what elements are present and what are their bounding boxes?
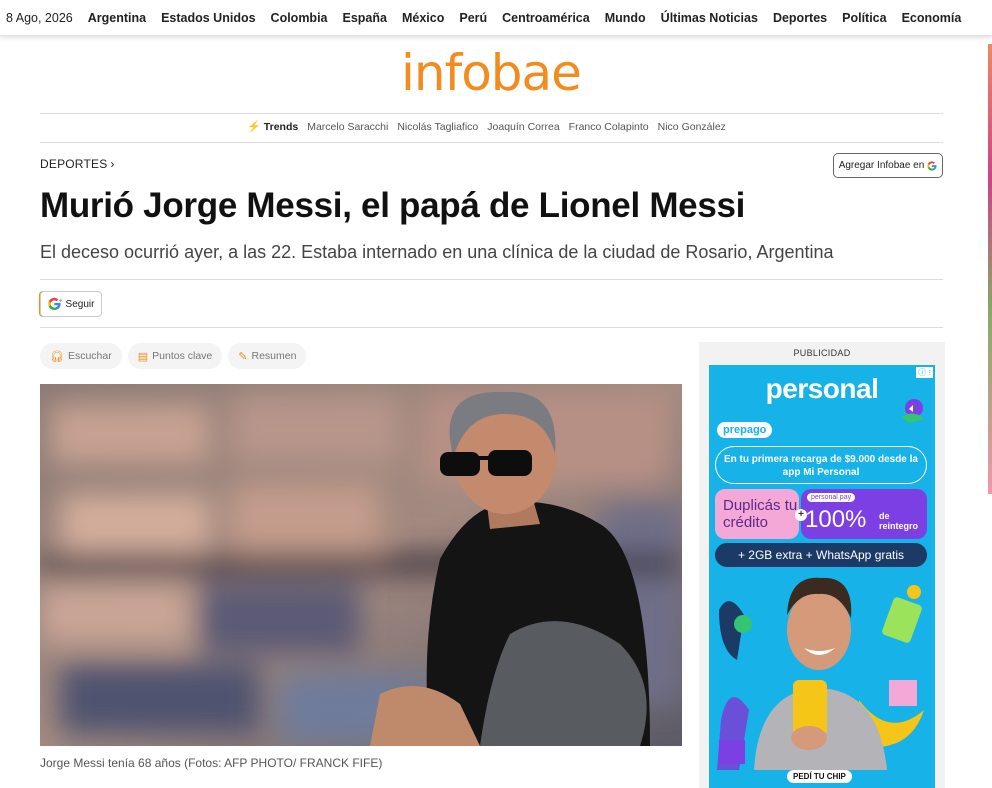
ad-de-reintegro: de reintegro xyxy=(879,511,919,531)
ad-reintegro: personal pay 100% de reintegro xyxy=(801,489,927,539)
svg-text:+: + xyxy=(58,298,62,304)
personal-ad[interactable]: personal ⓘ ⁝ prepago En tu primera recar… xyxy=(709,365,935,788)
nav-link-espana[interactable]: España xyxy=(343,11,387,25)
photo-caption: Jorge Messi tenía 68 años (Fotos: AFP PH… xyxy=(40,756,383,770)
nav-link-mundo[interactable]: Mundo xyxy=(605,11,646,25)
trend-item[interactable]: Marcelo Saracchi xyxy=(307,121,388,133)
trend-item[interactable]: Franco Colapinto xyxy=(569,121,649,133)
ad-label: PUBLICIDAD xyxy=(793,348,851,358)
top-nav: 8 Ago, 2026 Argentina Estados Unidos Col… xyxy=(0,0,992,36)
nav-link-centroamerica[interactable]: Centroamérica xyxy=(502,11,590,25)
listen-label: Escuchar xyxy=(67,350,112,362)
trends-bar: ⚡ Trends Marcelo Saracchi Nicolás Taglia… xyxy=(0,120,982,134)
nav-link-peru[interactable]: Perú xyxy=(459,11,487,25)
follow-label: Seguir xyxy=(65,298,95,310)
thumbs-up-icon xyxy=(901,399,925,423)
lightning-icon: ⚡ xyxy=(247,121,261,133)
article-subheadline: El deceso ocurrió ayer, a las 22. Estaba… xyxy=(40,242,834,262)
ad-cta-chip[interactable]: PEDÍ TU CHIP xyxy=(787,770,852,783)
section-breadcrumb[interactable]: DEPORTES › xyxy=(40,157,115,171)
nav-link-colombia[interactable]: Colombia xyxy=(271,11,328,25)
ad-percent: 100% xyxy=(805,506,867,533)
trend-item[interactable]: Nico González xyxy=(658,121,726,133)
jorge-messi-photo xyxy=(40,384,682,746)
nav-link-deportes[interactable]: Deportes xyxy=(773,11,827,25)
divider xyxy=(40,113,943,114)
clipboard-icon: ▤ xyxy=(137,350,149,363)
trends-label: Trends xyxy=(263,120,299,133)
add-infobae-google-button[interactable]: Agregar Infobae en xyxy=(833,153,943,178)
ad-duplicas: Duplicás tu crédito xyxy=(715,489,799,539)
add-button-label: Agregar Infobae en xyxy=(838,160,925,171)
google-icon xyxy=(927,160,937,171)
trend-item[interactable]: Nicolás Tagliafico xyxy=(397,121,478,133)
nav-link-argentina[interactable]: Argentina xyxy=(88,11,146,25)
listen-button[interactable]: 🎧︎ Escuchar xyxy=(40,343,122,369)
chevron-right-icon: › xyxy=(110,157,115,171)
divider xyxy=(40,142,943,143)
divider xyxy=(40,279,943,280)
google-plus-icon: + xyxy=(47,297,62,311)
summary-button[interactable]: ✎ Resumen xyxy=(228,343,307,369)
ad-gb-whatsapp: + 2GB extra + WhatsApp gratis xyxy=(715,543,927,567)
nav-link-mexico[interactable]: México xyxy=(402,11,444,25)
article-photo[interactable] xyxy=(40,384,682,746)
prepago-badge: prepago xyxy=(717,422,773,438)
ad-person-illustration xyxy=(717,577,924,770)
plus-icon: + xyxy=(795,509,807,521)
section-label: DEPORTES xyxy=(40,157,108,171)
summary-label: Resumen xyxy=(251,350,297,362)
current-date: 8 Ago, 2026 xyxy=(6,10,73,25)
nav-link-economia[interactable]: Economía xyxy=(902,11,962,25)
nav-link-estados-unidos[interactable]: Estados Unidos xyxy=(161,11,255,25)
article-tools: 🎧︎ Escuchar ▤ Puntos clave ✎ Resumen xyxy=(40,343,307,369)
key-points-label: Puntos clave xyxy=(152,350,213,362)
key-points-button[interactable]: ▤ Puntos clave xyxy=(127,343,223,369)
trend-item[interactable]: Joaquín Correa xyxy=(487,121,559,133)
google-follow-button[interactable]: + Seguir xyxy=(40,291,102,317)
summary-icon: ✎ xyxy=(238,350,248,363)
infobae-logo[interactable]: infobae xyxy=(0,44,982,102)
divider xyxy=(40,327,943,328)
ad-recarga-text: En tu primera recarga de $9.000 desde la… xyxy=(715,446,927,484)
ad-choices-icon[interactable]: ⓘ ⁝ xyxy=(916,367,933,378)
article-headline: Murió Jorge Messi, el papá de Lionel Mes… xyxy=(40,186,746,225)
side-ad-edge xyxy=(988,44,992,494)
nav-link-ultimas-noticias[interactable]: Últimas Noticias xyxy=(661,11,758,25)
nav-link-politica[interactable]: Política xyxy=(842,11,886,25)
headphones-icon: 🎧︎ xyxy=(50,350,64,363)
personal-pay-badge: personal pay xyxy=(807,493,856,502)
ad-container: PUBLICIDAD personal ⓘ ⁝ prepago En tu pr… xyxy=(699,342,945,788)
